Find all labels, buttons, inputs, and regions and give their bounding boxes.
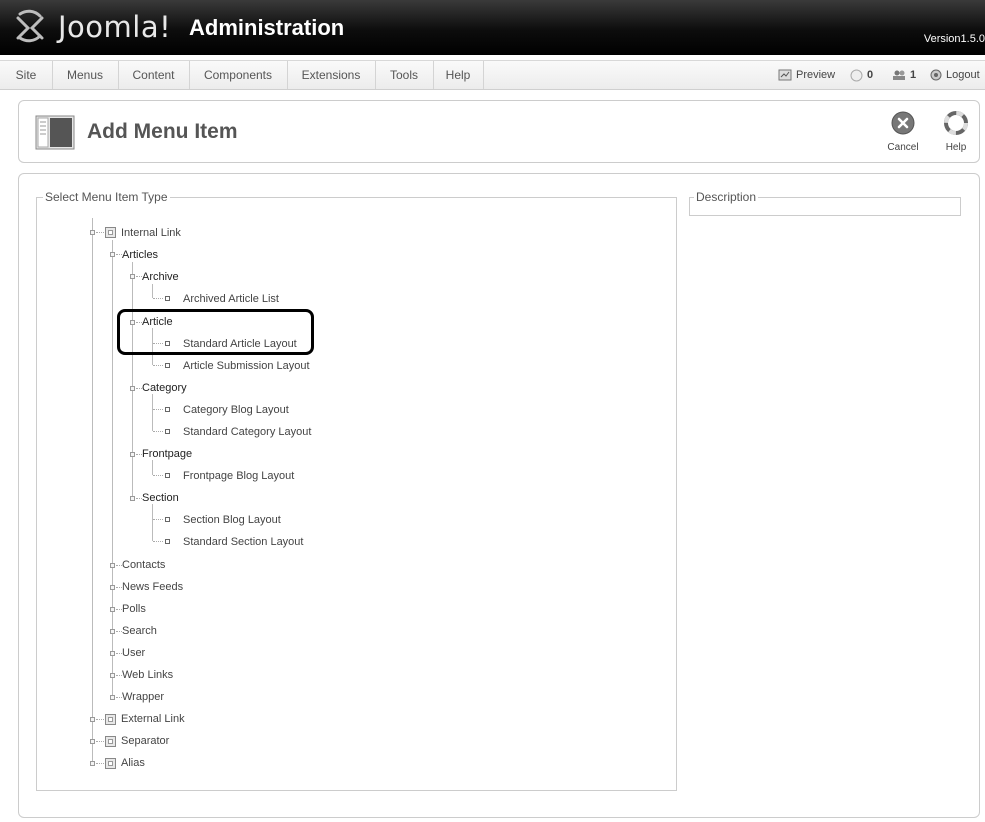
main-menu-bar: Site Menus Content Components Extensions… — [0, 60, 985, 90]
preview-icon — [778, 69, 792, 81]
tree-dash — [96, 232, 104, 233]
menu-extensions[interactable]: Extensions — [287, 61, 376, 89]
tree-item-internal-link[interactable]: Internal Link — [121, 226, 181, 240]
admin-header: Joomla! Administration Version1.5.0 — [0, 0, 985, 55]
messages-icon — [850, 69, 863, 82]
tree-toggle[interactable] — [90, 739, 95, 744]
tree-dash — [153, 409, 163, 410]
tree-toggle[interactable] — [130, 496, 135, 501]
select-menu-item-type-legend: Select Menu Item Type — [43, 190, 170, 205]
tree-toggle[interactable] — [110, 651, 115, 656]
folder-icon — [105, 227, 116, 238]
tree-dash — [153, 519, 163, 520]
page-title: Add Menu Item — [87, 120, 238, 143]
tree-connector — [152, 394, 153, 431]
tree-item-section[interactable]: Section — [142, 491, 179, 505]
description-legend: Description — [694, 190, 759, 205]
tree-item-contacts[interactable]: Contacts — [122, 558, 165, 572]
tree-toggle[interactable] — [110, 585, 115, 590]
folder-icon — [105, 736, 116, 747]
menu-content[interactable]: Content — [118, 61, 190, 89]
users-count[interactable]: 1 — [892, 61, 916, 89]
tree-item-separator[interactable]: Separator — [121, 734, 169, 748]
tree-toggle[interactable] — [110, 252, 115, 257]
help-button[interactable]: Help — [934, 111, 978, 155]
tree-item-archived-article-list[interactable]: Archived Article List — [183, 292, 279, 306]
joomla-logo-icon — [16, 9, 44, 43]
admin-title: Administration — [189, 15, 345, 40]
preview-link[interactable]: Preview — [778, 61, 835, 89]
tree-item-standard-section-layout[interactable]: Standard Section Layout — [183, 535, 303, 549]
tree-connector — [152, 504, 153, 541]
tree-dash — [153, 431, 163, 432]
tree-dash — [153, 365, 163, 366]
leaf-icon — [165, 296, 170, 301]
users-icon — [893, 70, 905, 81]
logout-link[interactable]: Logout — [930, 61, 980, 89]
tree-toggle[interactable] — [110, 563, 115, 568]
tree-item-web-links[interactable]: Web Links — [122, 668, 173, 682]
tree-item-article-submission-layout[interactable]: Article Submission Layout — [183, 359, 310, 373]
tree-toggle[interactable] — [130, 274, 135, 279]
tree-toggle[interactable] — [130, 452, 135, 457]
tree-connector — [92, 218, 93, 763]
tree-item-polls[interactable]: Polls — [122, 602, 146, 616]
tree-item-user[interactable]: User — [122, 646, 145, 660]
tree-toggle[interactable] — [90, 761, 95, 766]
tree-dash — [96, 763, 104, 764]
tree-toggle[interactable] — [130, 386, 135, 391]
joomla-brand: Joomla! — [58, 10, 172, 44]
cancel-button[interactable]: Cancel — [881, 111, 925, 155]
leaf-icon — [165, 539, 170, 544]
tree-item-archive[interactable]: Archive — [142, 270, 179, 284]
tree-item-standard-category-layout[interactable]: Standard Category Layout — [183, 425, 311, 439]
leaf-icon — [165, 517, 170, 522]
tree-dash — [153, 541, 163, 542]
tree-item-frontpage-blog-layout[interactable]: Frontpage Blog Layout — [183, 469, 294, 483]
tree-toggle[interactable] — [110, 673, 115, 678]
tree-toggle[interactable] — [90, 230, 95, 235]
leaf-icon — [165, 407, 170, 412]
menu-components[interactable]: Components — [189, 61, 288, 89]
tree-item-news-feeds[interactable]: News Feeds — [122, 580, 183, 594]
tree-connector — [132, 262, 133, 500]
folder-icon — [105, 714, 116, 725]
folder-icon — [105, 758, 116, 769]
tree-item-articles[interactable]: Articles — [122, 248, 158, 262]
tree-dash — [153, 298, 163, 299]
tree-item-frontpage[interactable]: Frontpage — [142, 447, 192, 461]
menu-item-page-icon — [35, 115, 75, 150]
tree-item-wrapper[interactable]: Wrapper — [122, 690, 164, 704]
tree-item-section-blog-layout[interactable]: Section Blog Layout — [183, 513, 281, 527]
help-lifebuoy-icon — [944, 111, 968, 135]
tree-item-search[interactable]: Search — [122, 624, 157, 638]
tree-dash — [96, 741, 104, 742]
tree-connector — [152, 460, 153, 475]
logout-icon — [930, 69, 942, 81]
tree-item-external-link[interactable]: External Link — [121, 712, 185, 726]
menu-menus[interactable]: Menus — [52, 61, 119, 89]
tree-item-category-blog-layout[interactable]: Category Blog Layout — [183, 403, 289, 417]
tree-dash — [96, 719, 104, 720]
leaf-icon — [165, 363, 170, 368]
leaf-icon — [165, 473, 170, 478]
tree-toggle[interactable] — [110, 629, 115, 634]
menu-tools[interactable]: Tools — [375, 61, 434, 89]
tree-item-category[interactable]: Category — [142, 381, 187, 395]
tree-toggle[interactable] — [110, 607, 115, 612]
highlight-annotation — [117, 309, 314, 355]
tree-dash — [153, 475, 163, 476]
tree-toggle[interactable] — [110, 695, 115, 700]
version-label: Version1.5.0 — [923, 33, 985, 45]
tree-connector — [152, 284, 153, 298]
cancel-icon — [891, 111, 915, 135]
menu-site[interactable]: Site — [0, 61, 53, 89]
page-toolbar: Add Menu Item Cancel Help — [18, 100, 980, 163]
menu-help[interactable]: Help — [433, 61, 484, 89]
tree-toggle[interactable] — [90, 717, 95, 722]
messages-count[interactable]: 0 — [850, 61, 873, 89]
description-fieldset: Description — [689, 190, 961, 216]
leaf-icon — [165, 429, 170, 434]
tree-item-alias[interactable]: Alias — [121, 756, 145, 770]
